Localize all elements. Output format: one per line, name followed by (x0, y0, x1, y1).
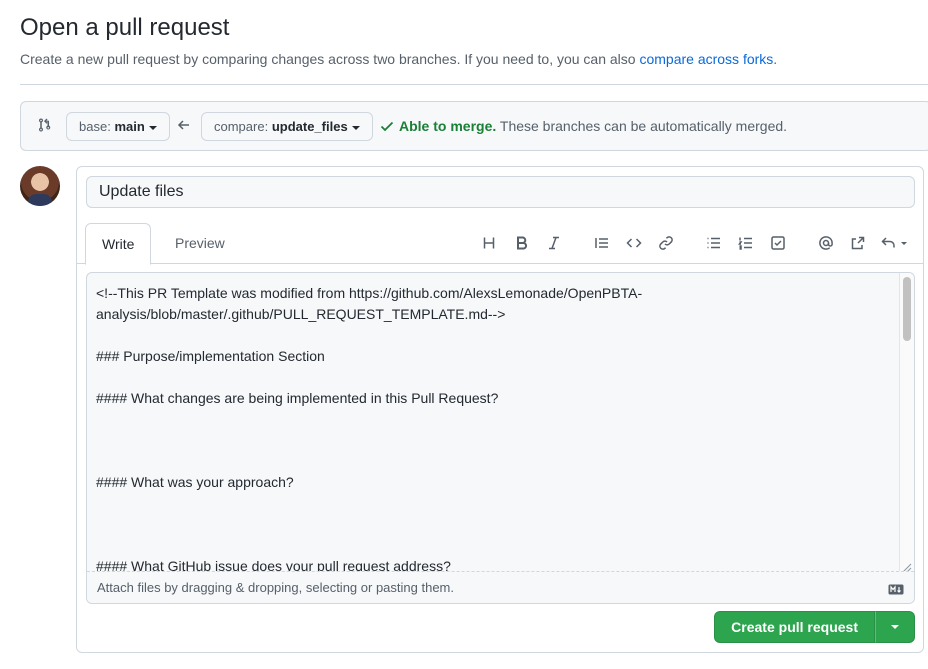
compare-branch-name: update_files (271, 119, 348, 134)
caret-down-icon (148, 125, 157, 130)
subtitle-text: Create a new pull request by comparing c… (20, 51, 640, 67)
editor-tabs: Write Preview (77, 223, 923, 265)
scroll-thumb[interactable] (903, 277, 911, 341)
compare-label: compare: (214, 119, 269, 134)
check-icon (379, 118, 395, 134)
avatar (20, 166, 60, 206)
branch-range-editor: base: main compare: update_files Able to… (20, 101, 928, 151)
reply-icon[interactable] (881, 235, 911, 251)
merge-status-text: These branches can be automatically merg… (496, 118, 788, 134)
create-pull-request-button[interactable]: Create pull request (714, 611, 875, 643)
tab-preview[interactable]: Preview (159, 223, 241, 264)
pr-composer: Write Preview <!--This PR Template was m… (76, 166, 924, 653)
compare-across-forks-link[interactable]: compare across forks (639, 51, 773, 67)
submit-group: Create pull request (714, 611, 915, 643)
ordered-list-icon[interactable] (737, 235, 755, 251)
link-icon[interactable] (657, 235, 675, 251)
subtitle-end: . (773, 51, 778, 67)
git-compare-icon (37, 117, 53, 133)
mention-icon[interactable] (817, 235, 835, 251)
markdown-icon[interactable] (888, 582, 904, 595)
merge-ok-label: Able to merge. (399, 118, 497, 134)
pr-title-input[interactable] (86, 176, 915, 208)
base-branch-name: main (114, 119, 145, 134)
base-branch-button[interactable]: base: main (66, 112, 170, 141)
code-icon[interactable] (625, 235, 643, 251)
page-subtitle: Create a new pull request by comparing c… (20, 51, 777, 67)
compare-branch-button[interactable]: compare: update_files (201, 112, 373, 141)
arrow-left-icon (176, 117, 192, 133)
heading-icon[interactable] (480, 235, 498, 251)
caret-down-icon (351, 125, 360, 130)
resize-grip-icon[interactable] (902, 560, 912, 573)
page-title: Open a pull request (20, 14, 230, 41)
header-divider (20, 84, 928, 85)
pr-body-editor[interactable]: <!--This PR Template was modified from h… (86, 272, 915, 604)
caret-down-icon (891, 625, 899, 629)
unordered-list-icon[interactable] (705, 235, 723, 251)
merge-status: Able to merge. These branches can be aut… (379, 118, 787, 134)
quote-icon[interactable] (593, 235, 611, 251)
tab-write[interactable]: Write (85, 223, 152, 265)
attach-files-bar[interactable]: Attach files by dragging & dropping, sel… (87, 571, 914, 603)
base-label: base: (79, 119, 111, 134)
task-list-icon[interactable] (769, 235, 787, 251)
attach-files-text: Attach files by dragging & dropping, sel… (97, 580, 454, 595)
editor-scrollbar[interactable] (899, 273, 914, 573)
cross-reference-icon[interactable] (849, 235, 867, 251)
italic-icon[interactable] (545, 235, 563, 251)
bold-icon[interactable] (513, 235, 531, 251)
create-options-dropdown[interactable] (875, 611, 915, 643)
pr-body-text[interactable]: <!--This PR Template was modified from h… (96, 283, 892, 577)
